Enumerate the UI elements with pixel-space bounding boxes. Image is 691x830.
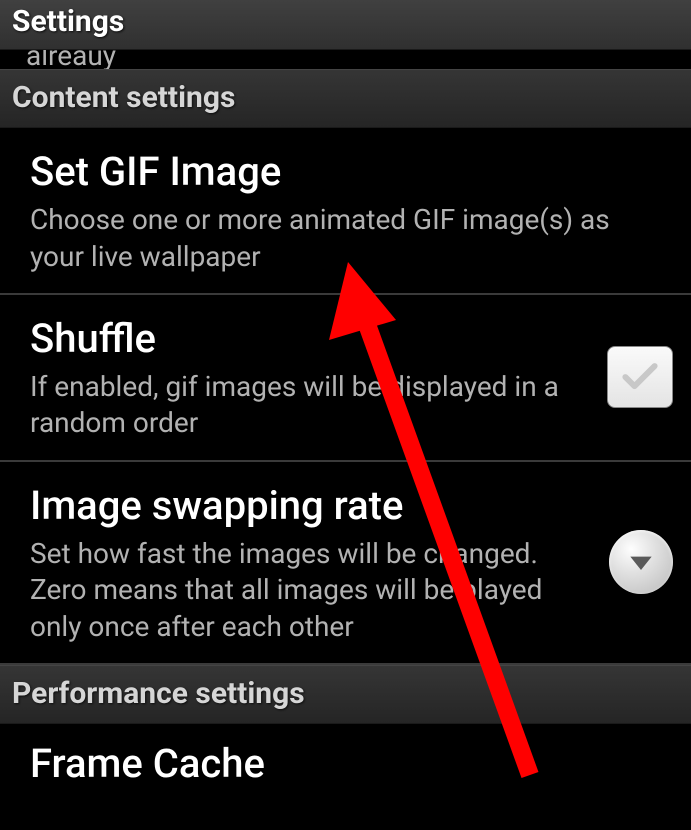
item-title: Set GIF Image xyxy=(30,146,657,198)
checkmark-icon xyxy=(618,355,662,399)
setting-image-swapping-rate[interactable]: Image swapping rate Set how fast the ima… xyxy=(0,462,691,665)
dropdown-button[interactable] xyxy=(609,530,673,594)
item-text-container: Image swapping rate Set how fast the ima… xyxy=(30,480,609,645)
item-summary: Choose one or more animated GIF image(s)… xyxy=(30,202,657,275)
item-text-container: Shuffle If enabled, gif images will be d… xyxy=(30,313,607,442)
setting-set-gif-image[interactable]: Set GIF Image Choose one or more animate… xyxy=(0,128,691,295)
checkbox-unchecked[interactable] xyxy=(607,346,673,408)
item-title: Image swapping rate xyxy=(30,480,593,532)
app-header: Settings xyxy=(0,0,691,50)
category-performance-settings: Performance settings xyxy=(0,665,691,724)
setting-frame-cache[interactable]: Frame Cache xyxy=(0,724,691,790)
partial-text: alreauy xyxy=(26,50,116,69)
category-content-settings: Content settings xyxy=(0,69,691,128)
page-title: Settings xyxy=(12,4,679,39)
item-title: Shuffle xyxy=(30,313,591,365)
item-title: Frame Cache xyxy=(30,738,661,790)
item-summary: If enabled, gif images will be displayed… xyxy=(30,369,591,442)
partial-scrolled-item: alreauy xyxy=(0,50,691,69)
checkbox-widget[interactable] xyxy=(607,346,673,408)
chevron-down-icon xyxy=(625,546,657,578)
setting-shuffle[interactable]: Shuffle If enabled, gif images will be d… xyxy=(0,295,691,462)
item-text-container: Set GIF Image Choose one or more animate… xyxy=(30,146,673,275)
dropdown-widget[interactable] xyxy=(609,530,673,594)
item-summary: Set how fast the images will be changed.… xyxy=(30,536,593,645)
